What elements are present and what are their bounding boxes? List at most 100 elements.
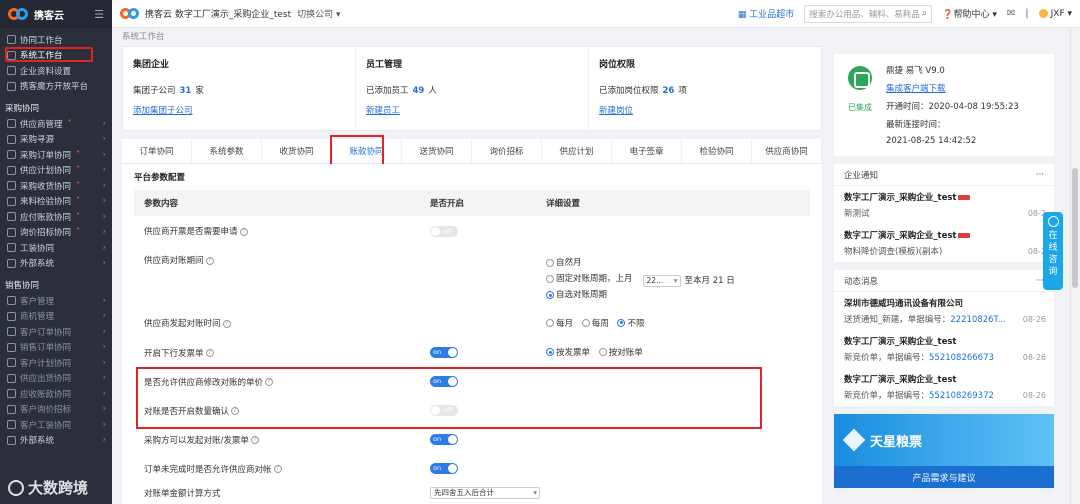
- scrollbar-thumb[interactable]: [1072, 168, 1078, 288]
- highlight-box-tab: [330, 135, 384, 166]
- buyer-initiate-toggle[interactable]: on: [430, 434, 458, 445]
- sidebar-item-rfq[interactable]: 询价招标协同 • ›: [0, 225, 112, 241]
- help-icon[interactable]: ?: [205, 256, 214, 265]
- radio-weekly[interactable]: 每周: [581, 317, 609, 329]
- sidebar-item-receiving[interactable]: 采购收货协同 • ›: [0, 178, 112, 194]
- sidebar-item-external-sales[interactable]: 外部系统 ›: [0, 433, 112, 449]
- col-param-header: 参数内容: [144, 199, 179, 209]
- company-title: 携客云 数字工厂演示_采购企业_test: [145, 10, 292, 20]
- sidebar-item-customer-mgmt[interactable]: 客户管理 ›: [0, 293, 112, 309]
- switch-company-button[interactable]: 切换公司 ▾: [297, 7, 340, 20]
- sidebar-item-customer-order[interactable]: 客户订单协同 ›: [0, 324, 112, 340]
- customer-icon: [7, 296, 16, 306]
- sourcing-icon: [7, 134, 16, 144]
- sidebar-item-customer-rfq[interactable]: 客户询价招标 ›: [0, 402, 112, 418]
- help-icon[interactable]: ?: [239, 227, 248, 236]
- sidebar-logo[interactable]: 携客云 ☰: [0, 0, 112, 28]
- help-icon[interactable]: ?: [205, 349, 214, 357]
- feedback-button[interactable]: 产品需求与建议: [834, 466, 1054, 488]
- promo-banner[interactable]: 天星粮票: [834, 414, 1054, 466]
- sidebar-item-payables[interactable]: 应付账款协同 • ›: [0, 209, 112, 225]
- list-item[interactable]: 数字工厂演示_采购企业_test 新测试 08-2: [834, 186, 1054, 224]
- chevron-right-icon: ›: [102, 242, 106, 253]
- sidebar-item-sales-order[interactable]: 销售订单协同 ›: [0, 340, 112, 356]
- list-item[interactable]: 数字工厂演示_采购企业_test 新竞价单，单据编号：552108266673 …: [834, 330, 1054, 368]
- new-employee-link[interactable]: 新建员工: [366, 106, 400, 116]
- downstream-invoice-toggle[interactable]: on: [430, 347, 458, 358]
- help-icon[interactable]: ?: [273, 465, 282, 473]
- sidebar-item-supply-plan[interactable]: 供应计划协同 • ›: [0, 163, 112, 179]
- list-item[interactable]: 深圳市德威玛通讯设备有限公司 送货通知_新建，单据编号：22210826T...…: [834, 292, 1054, 330]
- help-icon[interactable]: ?: [222, 319, 231, 328]
- panel-title: 平台参数配置: [134, 173, 186, 183]
- tab-rfq[interactable]: 询价招标: [472, 139, 542, 163]
- sidebar-item-customer-plan[interactable]: 客户计划协同 ›: [0, 355, 112, 371]
- list-item[interactable]: 数字工厂演示_采购企业_test 物料降价调查(模板)(副本) 08-2: [834, 224, 1054, 262]
- sales-icon: [7, 342, 16, 352]
- sidebar-item-sourcing[interactable]: 采购寻源 ›: [0, 132, 112, 148]
- help-center-link[interactable]: ❓帮助中心 ▾: [942, 7, 997, 20]
- client-download-link[interactable]: 集成客户端下载: [886, 84, 946, 94]
- add-subsidiary-link[interactable]: 添加集团子公司: [133, 106, 193, 116]
- menu-toggle-icon[interactable]: ☰: [94, 8, 104, 21]
- sidebar-item-inspection[interactable]: 来料检验协同 • ›: [0, 194, 112, 210]
- new-role-link[interactable]: 新建岗位: [599, 106, 633, 116]
- sidebar-item-shipping[interactable]: 供应出货协同 ›: [0, 371, 112, 387]
- scrollbar[interactable]: [1070, 28, 1079, 504]
- chevron-right-icon: ›: [102, 149, 106, 160]
- sidebar-item-supplier-mgmt[interactable]: 供应商管理 • ›: [0, 116, 112, 132]
- radio-natural-month[interactable]: 自然月: [546, 256, 582, 270]
- plan-icon: [7, 165, 16, 175]
- list-item[interactable]: 数字工厂演示_采购企业_test 新竞价单，单据编号：552108269372 …: [834, 368, 1054, 406]
- help-icon[interactable]: ?: [250, 436, 259, 444]
- radio-fixed-period[interactable]: 固定对账周期，上月: [546, 272, 633, 286]
- sidebar-item-collab-workbench[interactable]: 协同工作台: [0, 32, 112, 48]
- table-row: 采购方可以发起对账/发票单? on: [134, 425, 810, 454]
- sidebar-item-company-settings[interactable]: 企业资料设置: [0, 63, 112, 79]
- receivables-icon: [7, 389, 16, 399]
- radio-by-invoice[interactable]: 按发票单: [546, 346, 590, 358]
- online-consult-button[interactable]: 在线咨询: [1043, 212, 1063, 290]
- radio-monthly[interactable]: 每月: [546, 317, 573, 329]
- radio-custom-period[interactable]: 自选对账周期: [546, 288, 607, 302]
- more-icon[interactable]: ···: [1036, 170, 1044, 180]
- sidebar-item-external[interactable]: 外部系统 ›: [0, 256, 112, 272]
- sidebar-item-opportunity[interactable]: 商机管理 ›: [0, 309, 112, 325]
- industrial-mall-link[interactable]: ▦ 工业品超市: [738, 7, 794, 20]
- table-row: 对账单金额计算方式 先四舍五入后合计: [134, 483, 810, 503]
- radio-by-statement[interactable]: 按对账单: [598, 346, 643, 358]
- rfq-icon: [7, 404, 16, 414]
- amount-calc-select[interactable]: 先四舍五入后合计: [430, 487, 540, 499]
- card-stat: 已添加岗位权限 26 项: [599, 86, 687, 96]
- tab-e-signature[interactable]: 电子签章: [612, 139, 682, 163]
- external-icon: [7, 435, 16, 445]
- tab-delivery[interactable]: 送货协同: [402, 139, 472, 163]
- tab-system-params[interactable]: 系统参数: [192, 139, 262, 163]
- tab-inspection[interactable]: 检验协同: [682, 139, 752, 163]
- sidebar-item-receivables[interactable]: 应收账款协同 ›: [0, 386, 112, 402]
- tab-receiving[interactable]: 收货协同: [262, 139, 332, 163]
- search-input[interactable]: 搜索办公用品、辅料、易耗品 ⌕: [804, 4, 933, 23]
- sidebar-item-open-platform[interactable]: 携客魔方开放平台: [0, 79, 112, 95]
- start-day-select[interactable]: 22...: [642, 275, 681, 287]
- sidebar-item-customer-tooling[interactable]: 客户工装协同 ›: [0, 417, 112, 433]
- radio-unlimited[interactable]: 不限: [617, 317, 644, 329]
- sidebar-item-po-collab[interactable]: 采购订单协同 • ›: [0, 147, 112, 163]
- tab-bar: 订单协同 系统参数 收货协同 账款协同 送货协同 询价招标 供应计划 电子签章 …: [122, 135, 822, 166]
- receiving-icon: [7, 181, 16, 191]
- radio-icon: [617, 318, 626, 327]
- message-icon[interactable]: ✉: [1007, 8, 1015, 19]
- tab-supplier-collab[interactable]: 供应商协同: [752, 139, 822, 163]
- sidebar-item-tooling[interactable]: 工装协同 ›: [0, 240, 112, 256]
- tab-order-collab[interactable]: 订单协同: [122, 139, 192, 163]
- card-title: 员工管理: [366, 60, 403, 70]
- chevron-right-icon: ›: [102, 419, 106, 430]
- unfinished-order-toggle[interactable]: on: [430, 463, 458, 474]
- chevron-right-icon: ›: [102, 295, 106, 306]
- chevron-right-icon: ›: [102, 258, 106, 269]
- tab-supply-plan[interactable]: 供应计划: [542, 139, 612, 163]
- search-icon[interactable]: ⌕: [922, 8, 928, 19]
- chevron-right-icon: ›: [102, 373, 106, 384]
- user-menu[interactable]: JXF ▾: [1038, 8, 1072, 19]
- invoice-apply-toggle[interactable]: off: [430, 225, 458, 237]
